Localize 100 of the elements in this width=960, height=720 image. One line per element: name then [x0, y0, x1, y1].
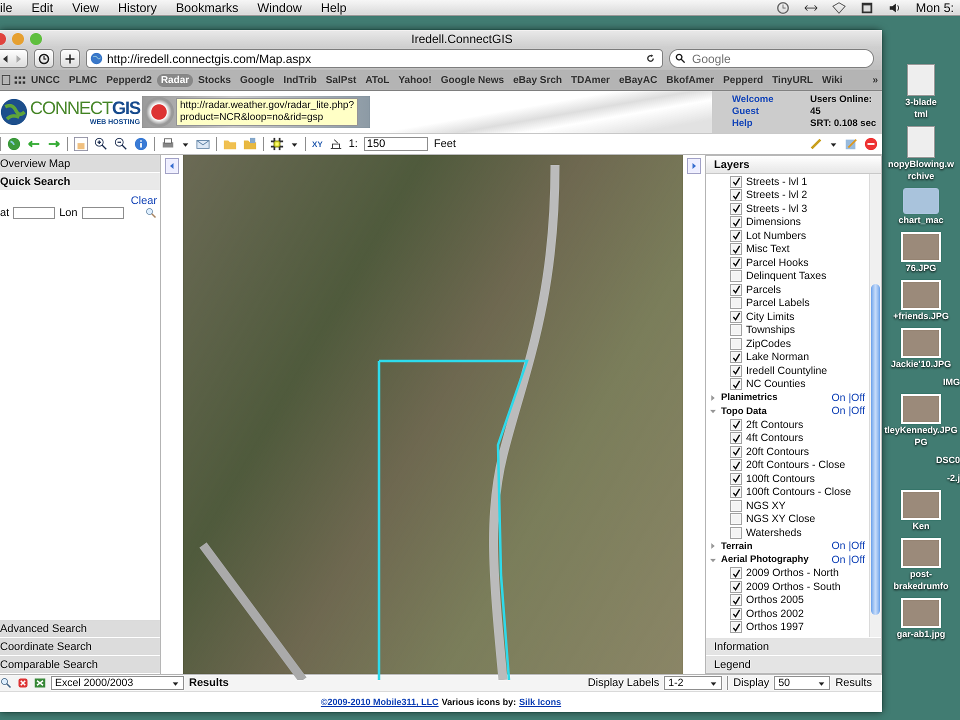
display-count-dropdown[interactable]: 50 — [774, 676, 830, 690]
disclosure-triangle-icon[interactable] — [709, 542, 717, 550]
disclosure-triangle-icon[interactable] — [709, 407, 717, 416]
clear-link[interactable]: Clear — [130, 195, 157, 207]
menu-item[interactable]: View — [72, 0, 99, 14]
info-icon[interactable] — [134, 137, 148, 151]
layer-checkbox[interactable] — [730, 472, 742, 485]
file-name[interactable]: tleyKennedy.JPG — [884, 424, 958, 436]
layer-checkbox[interactable] — [730, 270, 742, 282]
xy-coordinates-button[interactable]: XY — [312, 140, 323, 148]
overview-map-header[interactable]: Overview Map — [0, 155, 160, 173]
grid-icon[interactable] — [270, 137, 284, 151]
bookmark-item[interactable]: UNCC — [27, 74, 64, 86]
bookmark-item[interactable]: IndTrib — [279, 74, 321, 86]
address-field[interactable]: http://iredell.connectgis.com/Map.aspx — [86, 49, 663, 68]
file-name[interactable]: gar-ab1.jpg — [896, 628, 946, 640]
display-icon[interactable] — [860, 0, 874, 14]
more-bookmarks-button[interactable]: » — [872, 74, 878, 86]
file-name[interactable]: PG — [914, 436, 928, 448]
panel-section-header[interactable]: Legend — [706, 655, 881, 673]
layer-checkbox[interactable] — [730, 594, 742, 606]
layer-group-label[interactable]: Topo Data — [721, 406, 828, 417]
photo-thumbnail[interactable] — [901, 232, 941, 262]
bookmark-item[interactable]: Stocks — [194, 74, 235, 86]
layer-checkbox[interactable] — [730, 216, 742, 228]
file-name[interactable]: IMG — [943, 376, 960, 388]
search-field[interactable]: Google — [669, 49, 874, 68]
layer-checkbox[interactable] — [730, 338, 742, 350]
layer-group-label[interactable]: Planimetrics — [721, 392, 828, 404]
layer-checkbox[interactable] — [730, 243, 742, 256]
measure-icon[interactable] — [328, 137, 343, 151]
layer-group-label[interactable]: Aerial Photography — [721, 554, 828, 566]
layer-checkbox[interactable] — [730, 310, 742, 323]
off-link[interactable]: |Off — [848, 392, 865, 404]
layer-checkbox[interactable] — [730, 351, 742, 364]
off-link[interactable]: |Off — [848, 540, 865, 552]
search-section-header[interactable]: Comparable Search — [0, 656, 160, 674]
layer-checkbox[interactable] — [730, 230, 742, 242]
bookmark-item[interactable]: AToL — [361, 74, 394, 86]
layer-checkbox[interactable] — [730, 324, 742, 336]
welcome-link[interactable]: Welcome Guest — [732, 94, 800, 118]
scale-field[interactable]: 150 — [364, 137, 428, 151]
layer-checkbox[interactable] — [730, 256, 742, 269]
weather-banner[interactable]: http://radar.weather.gov/radar_lite.php? product=NCR&loop=no&rid=gsp — [142, 96, 370, 128]
scrollbar[interactable] — [869, 174, 881, 637]
photo-thumbnail[interactable] — [901, 280, 941, 310]
grid-icon[interactable] — [13, 74, 26, 86]
file-name[interactable]: +friends.JPG — [893, 310, 949, 322]
triangle-right-icon[interactable] — [690, 161, 698, 171]
export-format-dropdown[interactable]: Excel 2000/2003 — [51, 676, 184, 690]
menu-item[interactable]: Edit — [32, 0, 54, 14]
help-link[interactable]: Help — [732, 118, 800, 130]
layer-checkbox[interactable] — [730, 418, 742, 431]
layer-checkbox[interactable] — [730, 513, 742, 526]
on-link[interactable]: On — [832, 405, 846, 418]
layer-checkbox[interactable] — [730, 189, 742, 202]
bookmark-item[interactable]: SalPst — [322, 74, 360, 86]
file-name[interactable]: brakedrumfo — [893, 580, 948, 592]
file-name[interactable]: rchive — [908, 170, 934, 182]
menu-item[interactable]: Help — [320, 0, 347, 14]
bookmark-item[interactable]: TDAmer — [567, 74, 614, 86]
collapse-right-button[interactable] — [687, 158, 701, 174]
layer-checkbox[interactable] — [730, 446, 742, 458]
delete-icon[interactable] — [17, 677, 29, 689]
file-name[interactable]: -2.j — [946, 472, 960, 484]
globe-logo-icon[interactable] — [0, 98, 28, 126]
speaker-icon[interactable] — [888, 0, 902, 14]
layer-group-label[interactable]: Terrain — [721, 540, 828, 552]
layer-checkbox[interactable] — [730, 432, 742, 444]
stop-icon[interactable] — [864, 137, 878, 151]
panel-section-header[interactable]: Information — [706, 637, 881, 655]
layer-checkbox[interactable] — [730, 284, 742, 296]
file-name[interactable]: 3-blade — [905, 96, 937, 108]
bookmark-item[interactable]: Radar — [156, 74, 194, 86]
zoom-in-icon[interactable] — [94, 137, 108, 151]
parcel-boundary[interactable] — [378, 360, 529, 680]
search-icon[interactable] — [675, 53, 686, 64]
bookmark-item[interactable]: BkofAmer — [662, 74, 718, 86]
mail-icon[interactable] — [196, 137, 210, 151]
layer-checkbox[interactable] — [730, 297, 742, 310]
bookmark-item[interactable]: PLMC — [64, 74, 102, 86]
bookmark-item[interactable]: Google — [236, 74, 278, 86]
on-link[interactable]: On — [832, 540, 846, 552]
labels-dropdown[interactable]: 1-2 — [664, 676, 722, 690]
layer-checkbox[interactable] — [730, 202, 742, 215]
photo-thumbnail[interactable] — [901, 490, 941, 520]
on-link[interactable]: On — [832, 392, 846, 404]
back-forward-buttons[interactable] — [0, 49, 28, 68]
layer-checkbox[interactable] — [730, 364, 742, 377]
menu-item[interactable]: History — [118, 0, 157, 14]
disclosure-triangle-icon[interactable] — [709, 394, 717, 402]
layer-checkbox[interactable] — [730, 500, 742, 512]
book-icon[interactable] — [0, 74, 12, 86]
clock-icon[interactable] — [38, 52, 50, 64]
file-name[interactable]: nopyBlowing.w — [888, 158, 954, 170]
layer-checkbox[interactable] — [730, 378, 742, 390]
menu-item[interactable]: Bookmarks — [176, 0, 238, 14]
longitude-field[interactable] — [82, 207, 124, 219]
file-name[interactable]: chart_mac — [898, 214, 944, 226]
file-name[interactable]: DSC0 — [936, 454, 960, 466]
